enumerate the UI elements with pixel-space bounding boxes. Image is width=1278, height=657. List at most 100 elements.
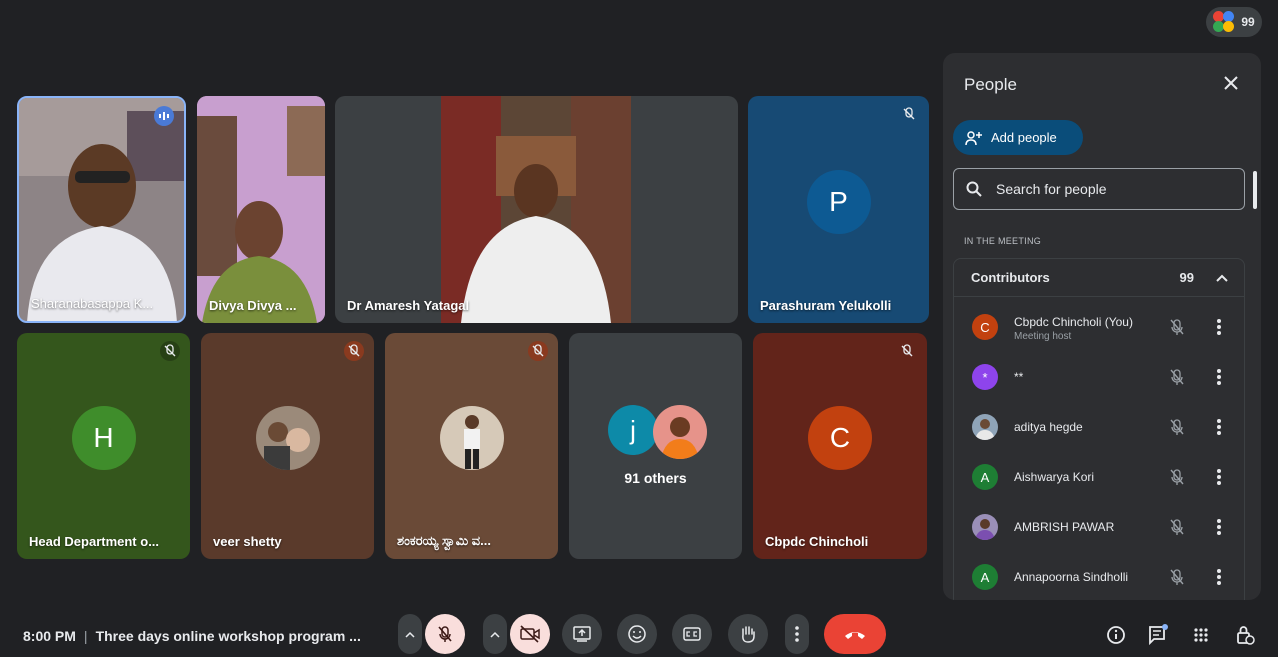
more-vert-icon[interactable] <box>1216 467 1222 487</box>
participant-name: Annapoorna Sindholli <box>1014 570 1129 584</box>
participant-avatar: P <box>806 169 871 234</box>
present-icon <box>573 626 591 642</box>
meeting-info: 8:00 PM | Three days online workshop progr… <box>23 628 361 644</box>
muted-mic-icon[interactable] <box>1167 467 1187 487</box>
participant-name: Cbpdc Chincholi (You) <box>1014 315 1133 329</box>
video-tile[interactable]: H Head Department o... <box>17 333 190 559</box>
more-vert-icon[interactable] <box>1216 567 1222 587</box>
apps-grid-icon <box>1194 628 1208 642</box>
participant-row[interactable]: * ** <box>954 352 1244 402</box>
others-tile[interactable]: j 91 others <box>569 333 742 559</box>
video-tile[interactable]: P Parashuram Yelukolli <box>748 96 929 323</box>
muted-mic-icon <box>528 341 548 361</box>
participant-avatar: C <box>808 406 872 470</box>
participant-row[interactable]: A Annapoorna Sindholli <box>954 552 1244 600</box>
tile-name: Sharanabasappa K... <box>31 296 154 311</box>
emoji-icon <box>628 625 646 643</box>
present-screen-button[interactable] <box>562 614 602 654</box>
participant-avatar: A <box>972 564 998 590</box>
muted-mic-icon[interactable] <box>1167 417 1187 437</box>
participant-row[interactable]: AMBRISH PAWAR <box>954 502 1244 552</box>
participants-count-button[interactable]: 99 <box>1206 7 1262 37</box>
group-label: Contributors <box>971 270 1050 285</box>
muted-mic-icon[interactable] <box>1167 317 1187 337</box>
tile-name: Dr Amaresh Yatagal <box>347 298 470 313</box>
video-tile[interactable]: Sharanabasappa K... <box>17 96 186 323</box>
captions-icon <box>683 627 701 641</box>
video-options-button[interactable] <box>483 614 507 654</box>
chevron-up-icon <box>490 631 500 638</box>
lock-person-icon <box>1237 626 1255 645</box>
person-add-icon <box>965 130 982 145</box>
participant-role: Meeting host <box>1014 331 1072 342</box>
participant-avatar: H <box>71 406 136 470</box>
more-vert-icon[interactable] <box>1216 417 1222 437</box>
tile-name: ಶಂಕರಯ್ಯ ಸ್ವಾಮಿ ವ... <box>397 533 491 548</box>
participant-video-image <box>19 98 184 321</box>
speaking-indicator-icon <box>154 106 174 126</box>
participant-name: ** <box>1014 370 1024 384</box>
more-vert-icon[interactable] <box>1216 517 1222 537</box>
captions-button[interactable] <box>672 614 712 654</box>
participant-avatar: A <box>972 464 998 490</box>
video-tile[interactable]: veer shetty <box>201 333 374 559</box>
video-tile[interactable]: C Cbpdc Chincholi <box>753 333 927 559</box>
video-tile[interactable]: Dr Amaresh Yatagal <box>335 96 738 323</box>
participant-row[interactable]: C Cbpdc Chincholi (You) Meeting host <box>954 302 1244 352</box>
participant-name: Aishwarya Kori <box>1014 470 1095 484</box>
raise-hand-button[interactable] <box>728 614 768 654</box>
more-vert-icon[interactable] <box>1216 317 1222 337</box>
host-controls-button[interactable] <box>1234 624 1256 646</box>
section-label: IN THE MEETING <box>964 236 1042 246</box>
microphone-toggle-button[interactable] <box>425 614 465 654</box>
chat-icon <box>1149 624 1168 646</box>
participant-avatar: C <box>972 314 998 340</box>
video-off-icon <box>520 625 540 643</box>
camera-toggle-button[interactable] <box>510 614 550 654</box>
close-icon[interactable] <box>1221 73 1241 93</box>
muted-mic-icon <box>160 341 180 361</box>
muted-mic-icon[interactable] <box>1167 367 1187 387</box>
others-avatar-photo <box>653 405 707 459</box>
contributors-group: Contributors 99 C Cbpdc Chincholi (You) … <box>953 258 1245 600</box>
muted-mic-icon <box>344 341 364 361</box>
tile-name: Parashuram Yelukolli <box>760 298 892 313</box>
participant-video-image <box>441 96 631 323</box>
scrollbar-thumb[interactable] <box>1253 171 1257 209</box>
participant-photo-avatar <box>439 406 504 470</box>
contributors-header[interactable]: Contributors 99 <box>954 259 1244 297</box>
audio-options-button[interactable] <box>398 614 422 654</box>
participant-row[interactable]: A Aishwarya Kori <box>954 452 1244 502</box>
muted-mic-icon[interactable] <box>1167 517 1187 537</box>
video-tile[interactable]: ಶಂಕರಯ್ಯ ಸ್ವಾಮಿ ವ... <box>385 333 558 559</box>
more-vert-icon[interactable] <box>1216 367 1222 387</box>
people-panel: People Add people IN THE MEETING Contrib… <box>943 53 1261 600</box>
more-vert-icon <box>795 626 799 642</box>
add-people-label: Add people <box>991 130 1057 145</box>
tile-name: Head Department o... <box>29 534 160 549</box>
panel-title: People <box>964 75 1017 94</box>
meeting-details-button[interactable] <box>1105 624 1127 646</box>
info-icon <box>1107 626 1125 644</box>
activities-button[interactable] <box>1190 624 1212 646</box>
others-avatar-initial: j <box>608 405 658 455</box>
tile-name: Divya Divya ... <box>209 298 297 313</box>
avatars-stack-icon <box>1213 11 1235 33</box>
search-input[interactable] <box>996 181 1226 197</box>
participant-video-image <box>197 96 325 323</box>
more-options-button[interactable] <box>785 614 809 654</box>
search-box[interactable] <box>953 168 1245 210</box>
video-tile[interactable]: Divya Divya ... <box>197 96 325 323</box>
leave-call-button[interactable] <box>824 614 886 654</box>
hand-icon <box>742 626 755 643</box>
add-people-button[interactable]: Add people <box>953 120 1083 155</box>
participant-avatar: * <box>972 364 998 390</box>
chevron-up-icon <box>1216 274 1228 282</box>
reactions-button[interactable] <box>617 614 657 654</box>
others-count-label: 91 others <box>624 470 687 486</box>
tile-name: Cbpdc Chincholi <box>765 534 869 549</box>
mic-off-icon <box>438 626 452 642</box>
muted-mic-icon[interactable] <box>1167 567 1187 587</box>
participant-row[interactable]: aditya hegde <box>954 402 1244 452</box>
chat-button[interactable] <box>1147 624 1169 646</box>
